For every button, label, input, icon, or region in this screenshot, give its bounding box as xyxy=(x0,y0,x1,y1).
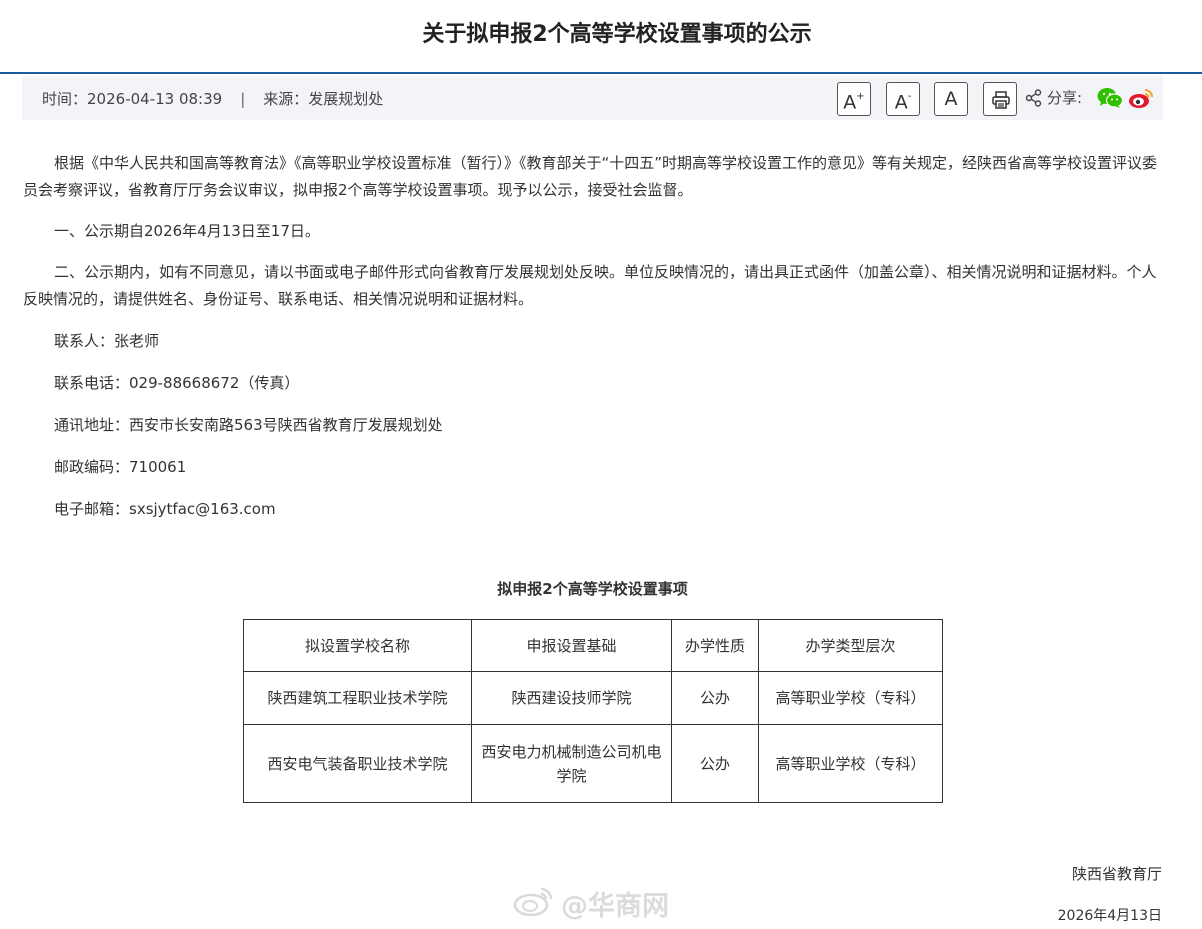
table-header-cell: 办学性质 xyxy=(671,619,759,672)
source-label: 来源： xyxy=(263,90,309,108)
school-table: 拟设置学校名称 申报设置基础 办学性质 办学类型层次 陕西建筑工程职业技术学院 … xyxy=(243,619,943,803)
font-size-default-button[interactable]: A xyxy=(934,82,968,116)
article-meta-bar: 时间：2026-04-13 08:39 | 来源：发展规划处 A+ A- A 分享: xyxy=(22,76,1163,120)
font-large-mark: + xyxy=(856,91,865,102)
table-header-cell: 拟设置学校名称 xyxy=(243,619,472,672)
body-paragraph-intro: 根据《中华人民共和国高等教育法》《高等职业学校设置标准（暂行）》《教育部关于“十… xyxy=(23,154,1158,199)
body-paragraph-period: 一、公示期自2026年4月13日至17日。 xyxy=(54,222,320,240)
contact-email: 电子邮箱：sxsjytfac@163.com xyxy=(54,500,276,518)
printer-icon xyxy=(992,91,1010,109)
font-size-increase-button[interactable]: A+ xyxy=(837,82,871,116)
table-cell: 高等职业学校（专科） xyxy=(758,671,943,725)
font-small-letter: A xyxy=(894,91,908,114)
issuer-signature: 陕西省教育厅 xyxy=(1071,865,1162,883)
table-cell: 公办 xyxy=(671,671,759,725)
font-small-mark: - xyxy=(907,91,912,102)
table-cell: 陕西建筑工程职业技术学院 xyxy=(243,671,472,725)
title-divider xyxy=(0,72,1202,74)
contact-address: 通讯地址：西安市长安南路563号陕西省教育厅发展规划处 xyxy=(54,416,443,434)
table-cell: 高等职业学校（专科） xyxy=(758,724,943,803)
wechat-icon[interactable] xyxy=(1097,87,1123,109)
table-cell: 西安电气装备职业技术学院 xyxy=(243,724,472,803)
time-label: 时间： xyxy=(42,90,88,108)
font-size-decrease-button[interactable]: A- xyxy=(886,82,920,116)
font-large-letter: A xyxy=(843,91,857,114)
weibo-watermark-icon xyxy=(513,887,553,916)
table-header-row: 拟设置学校名称 申报设置基础 办学性质 办学类型层次 xyxy=(243,619,943,672)
contact-phone: 联系电话：029-88668672（传真） xyxy=(54,374,300,392)
table-cell: 陕西建设技师学院 xyxy=(471,671,672,725)
source-value: 发展规划处 xyxy=(308,90,384,108)
table-cell: 公办 xyxy=(671,724,759,803)
meta-separator: | xyxy=(240,90,246,108)
meta-info: 时间：2026-04-13 08:39 | 来源：发展规划处 xyxy=(42,88,383,109)
table-row: 陕西建筑工程职业技术学院 陕西建设技师学院 公办 高等职业学校（专科） xyxy=(243,671,943,725)
table-header-cell: 申报设置基础 xyxy=(471,619,672,672)
body-paragraph-feedback: 二、公示期内，如有不同意见，请以书面或电子邮件形式向省教育厅发展规划处反映。单位… xyxy=(23,263,1157,308)
table-caption: 拟申报2个高等学校设置事项 xyxy=(497,580,688,598)
article-title: 关于拟申报2个高等学校设置事项的公示 xyxy=(422,22,812,47)
table-cell: 西安电力机械制造公司机电学院 xyxy=(471,724,672,803)
table-row: 西安电气装备职业技术学院 西安电力机械制造公司机电学院 公办 高等职业学校（专科… xyxy=(243,724,943,803)
share-label: 分享: xyxy=(1047,89,1083,107)
time-value: 2026-04-13 08:39 xyxy=(87,90,223,108)
contact-person: 联系人：张老师 xyxy=(54,332,160,350)
issue-date: 2026年4月13日 xyxy=(1057,908,1162,924)
font-default-letter: A xyxy=(944,88,958,110)
watermark-text: @华商网 xyxy=(561,891,669,922)
weibo-icon[interactable] xyxy=(1128,87,1154,109)
table-header-cell: 办学类型层次 xyxy=(758,619,943,672)
contact-postcode: 邮政编码：710061 xyxy=(54,458,187,476)
print-button[interactable] xyxy=(983,82,1017,116)
share-icon xyxy=(1025,89,1042,107)
